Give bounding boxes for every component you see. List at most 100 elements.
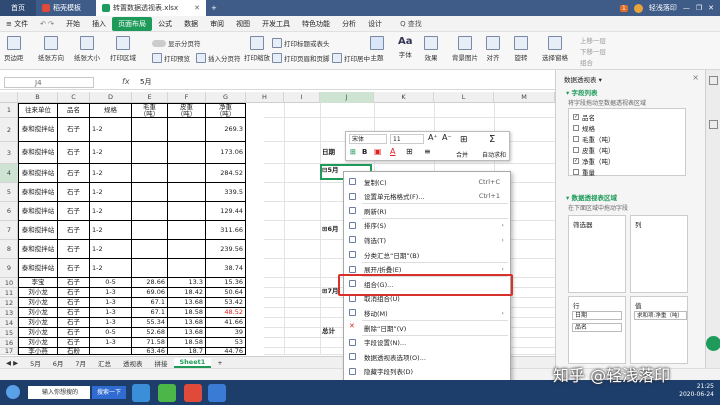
sheet-tab[interactable]: 6月 [47, 358, 70, 368]
table-cell[interactable]: 石子 [58, 278, 90, 288]
table-cell[interactable] [168, 183, 206, 202]
taskbar-search-button[interactable]: 搜索一下 [92, 386, 126, 399]
col-header[interactable]: B [18, 92, 58, 103]
insert-break-button[interactable]: 插入分页符 [196, 53, 241, 63]
menu-review[interactable]: 审阅 [204, 19, 230, 29]
header-cell[interactable]: 品名 [58, 103, 90, 118]
table-cell[interactable]: 1-2 [90, 183, 132, 202]
table-cell[interactable]: 1-2 [90, 259, 132, 278]
assistant-icon[interactable] [706, 336, 720, 351]
table-cell[interactable]: 39 [206, 328, 246, 338]
checkbox-icon[interactable]: ✓ [573, 158, 579, 164]
table-cell[interactable]: 1-3 [90, 338, 132, 348]
close-icon[interactable]: ✕ [194, 4, 200, 12]
print-titles-button[interactable]: 打印标题或表头 [272, 38, 330, 48]
table-cell[interactable]: 李小燕 [18, 348, 58, 355]
context-menu-item[interactable]: 复制(C) Ctrl+C [344, 175, 510, 188]
font-size-select[interactable]: 11 [390, 134, 424, 144]
table-cell[interactable]: 13.68 [168, 328, 206, 338]
autosum-button[interactable]: 自动求和 [482, 150, 506, 159]
select-all-corner[interactable] [0, 92, 18, 103]
table-cell[interactable]: 18.58 [168, 338, 206, 348]
effect-button[interactable]: 效果 [424, 36, 438, 62]
table-cell[interactable] [132, 221, 168, 240]
sheet-tab[interactable]: 5月 [24, 358, 47, 368]
row-header[interactable]: 13 [0, 308, 18, 318]
checkbox-icon[interactable] [573, 169, 579, 175]
sheet-tab[interactable]: 汇总 [92, 358, 117, 368]
row-header[interactable]: 3 [0, 142, 18, 164]
table-cell[interactable] [168, 221, 206, 240]
table-cell[interactable] [132, 183, 168, 202]
font-button[interactable]: Aa 字体 [398, 36, 413, 59]
value-field-sum[interactable]: 求和项:净重（吨） [634, 311, 687, 320]
table-cell[interactable]: 1-2 [90, 202, 132, 221]
user-name[interactable]: 轻浅落印 [649, 3, 677, 13]
table-cell[interactable]: 泰和搅拌站 [18, 259, 58, 278]
grow-font-icon[interactable]: A⁺ [428, 133, 438, 142]
table-cell[interactable]: 1-3 [90, 318, 132, 328]
bold-icon[interactable]: B [362, 148, 367, 156]
table-cell[interactable]: 18.58 [168, 308, 206, 318]
minimize-icon[interactable]: — [683, 4, 690, 12]
table-cell[interactable]: 339.5 [206, 183, 246, 202]
table-cell[interactable]: 1-2 [90, 240, 132, 259]
table-cell[interactable]: 刘小龙 [18, 318, 58, 328]
fill-color-icon[interactable]: ▣ [374, 147, 382, 156]
maximize-icon[interactable]: ❐ [696, 4, 702, 12]
select-pane-button[interactable]: 选择窗格 [542, 36, 568, 62]
table-cell[interactable]: 石子 [58, 318, 90, 328]
menu-view[interactable]: 视图 [230, 19, 256, 29]
context-menu-item[interactable]: 字段设置(N)... [344, 336, 510, 349]
table-cell[interactable]: 泰和搅拌站 [18, 164, 58, 183]
pivot-area-title[interactable]: ▾ 数据透视表区域 [566, 192, 617, 202]
bring-forward-button[interactable]: 上移一层 [580, 35, 606, 45]
context-menu-item[interactable]: 刷新(R) [344, 204, 510, 217]
table-cell[interactable]: 13.68 [168, 298, 206, 308]
col-header[interactable]: G [206, 92, 246, 103]
checkbox-icon[interactable] [573, 147, 579, 153]
formula-input[interactable]: 5月 [140, 77, 151, 87]
header-cell[interactable]: 毛重 （吨） [132, 103, 168, 118]
table-cell[interactable]: 67.1 [132, 298, 168, 308]
panel-close-icon[interactable]: × [692, 73, 699, 82]
new-tab-button[interactable]: + [206, 0, 222, 16]
table-cell[interactable]: 刘小龙 [18, 308, 58, 318]
menu-features[interactable]: 特色功能 [296, 19, 336, 29]
panel-title[interactable]: 数据透视表 ▾ [564, 74, 602, 84]
table-cell[interactable]: 67.1 [132, 308, 168, 318]
table-cell[interactable]: 1-2 [90, 164, 132, 183]
table-cell[interactable]: 50.64 [206, 288, 246, 298]
table-cell[interactable]: 239.56 [206, 240, 246, 259]
sheet-tab[interactable]: 透视表 [117, 358, 149, 368]
row-zone[interactable]: 行 日期 品名 [568, 296, 626, 364]
print-preview-button[interactable]: 打印预览 [152, 53, 190, 63]
table-cell[interactable] [132, 118, 168, 142]
sheet-tab[interactable]: 7月 [69, 358, 92, 368]
col-header-selected[interactable]: J [320, 92, 374, 103]
table-cell[interactable]: 泰和搅拌站 [18, 221, 58, 240]
menu-analyze[interactable]: 分析 [336, 19, 362, 29]
table-cell[interactable]: 15.36 [206, 278, 246, 288]
col-header[interactable]: C [58, 92, 90, 103]
table-cell[interactable]: 1-3 [90, 308, 132, 318]
sheet-nav-icon[interactable]: ◀ ▶ [0, 359, 24, 367]
table-cell[interactable] [132, 240, 168, 259]
col-header[interactable]: D [90, 92, 132, 103]
context-menu-item[interactable]: 数据透视表选项(O)... [344, 350, 510, 363]
table-cell[interactable]: 69.06 [132, 288, 168, 298]
row-header[interactable]: 10 [0, 278, 18, 288]
table-cell[interactable] [132, 164, 168, 183]
col-header[interactable]: M [494, 92, 555, 103]
table-cell[interactable]: 38.74 [206, 259, 246, 278]
field-item[interactable]: 毛重（吨） [573, 134, 615, 144]
table-cell[interactable]: 44.76 [206, 348, 246, 355]
sidebar-icon[interactable] [709, 76, 718, 85]
menu-file[interactable]: ≡ 文件 [0, 19, 34, 29]
row-header[interactable]: 9 [0, 259, 18, 278]
column-zone[interactable]: 列 [630, 215, 688, 293]
table-cell[interactable]: 311.66 [206, 221, 246, 240]
table-cell[interactable]: 石子 [58, 259, 90, 278]
table-cell[interactable] [168, 259, 206, 278]
table-cell[interactable]: 28.66 [132, 278, 168, 288]
